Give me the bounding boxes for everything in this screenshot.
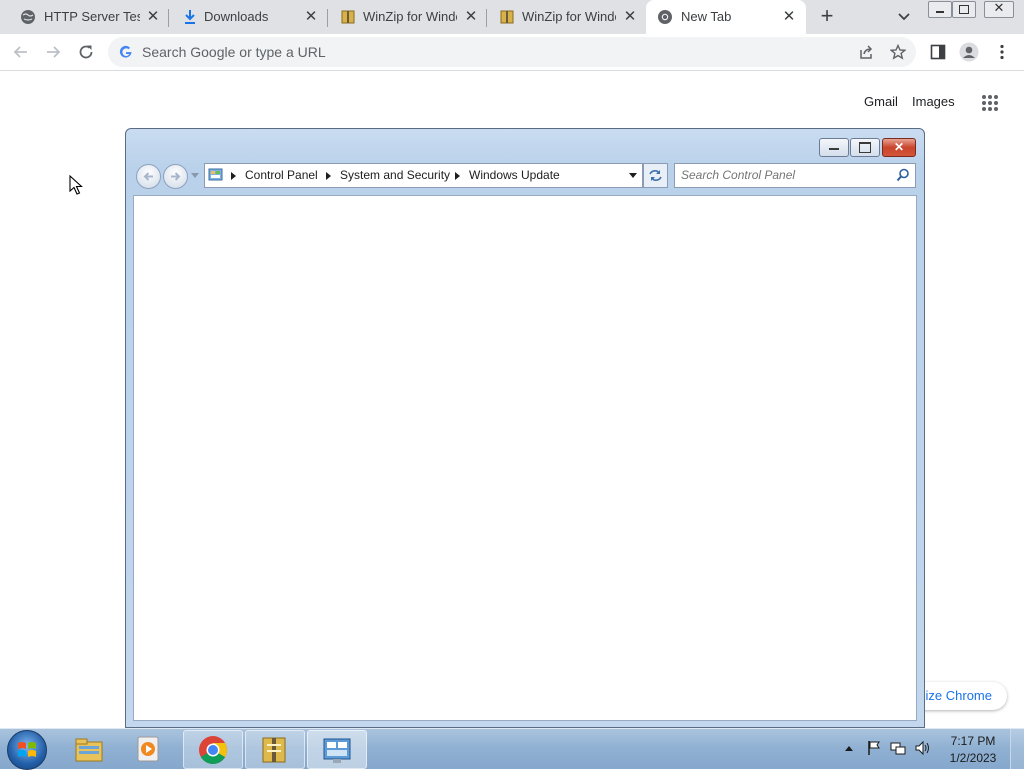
explorer-close-button[interactable]: ✕ bbox=[882, 138, 916, 157]
winzip-icon bbox=[341, 10, 355, 24]
refresh-arrows-icon bbox=[649, 170, 662, 181]
explorer-forward-button[interactable] bbox=[163, 164, 188, 189]
breadcrumb-windows-update[interactable]: Windows Update bbox=[469, 168, 560, 182]
clock-time[interactable]: 7:17 PM bbox=[947, 734, 999, 748]
tab-title: WinZip for Windo bbox=[363, 9, 457, 24]
recent-pages-dropdown-icon[interactable] bbox=[191, 173, 199, 179]
share-icon[interactable] bbox=[858, 44, 874, 60]
start-button[interactable] bbox=[7, 730, 47, 770]
tab-new-tab[interactable]: New Tab ✕ bbox=[646, 0, 806, 34]
taskbar-explorer[interactable] bbox=[60, 730, 118, 767]
breadcrumb-separator-icon[interactable] bbox=[455, 172, 460, 180]
close-icon[interactable]: ✕ bbox=[145, 9, 161, 25]
volume-icon[interactable] bbox=[914, 740, 930, 756]
control-panel-search-input[interactable] bbox=[681, 167, 886, 183]
tab-title: HTTP Server Test | bbox=[44, 9, 140, 24]
google-icon bbox=[119, 45, 132, 58]
window-titlebar[interactable]: ✕ bbox=[126, 129, 924, 161]
explorer-back-button[interactable] bbox=[136, 164, 161, 189]
winzip-icon bbox=[262, 737, 286, 763]
forward-icon[interactable] bbox=[44, 43, 62, 61]
winzip-icon bbox=[500, 10, 514, 24]
mouse-cursor-icon bbox=[69, 175, 83, 195]
omnibox[interactable]: Search Google or type a URL bbox=[108, 37, 916, 67]
explorer-navigation-bar: Control Panel System and Security Window… bbox=[126, 161, 924, 193]
breadcrumb-separator-icon[interactable] bbox=[231, 172, 236, 180]
profile-avatar-icon[interactable] bbox=[959, 42, 979, 62]
forward-arrow-icon bbox=[171, 172, 181, 181]
gmail-link[interactable]: Gmail bbox=[864, 94, 898, 109]
tab-title: WinZip for Windo bbox=[522, 9, 616, 24]
images-link[interactable]: Images bbox=[912, 94, 955, 109]
close-icon[interactable]: ✕ bbox=[622, 9, 638, 25]
tab-search-icon[interactable] bbox=[895, 9, 913, 25]
control-panel-icon bbox=[208, 168, 223, 181]
control-panel-search-box[interactable] bbox=[674, 163, 916, 188]
window-restore-button[interactable] bbox=[952, 1, 976, 18]
globe-icon bbox=[21, 10, 35, 24]
bookmark-star-icon[interactable] bbox=[890, 44, 906, 60]
chrome-icon bbox=[658, 10, 672, 24]
control-panel-icon bbox=[323, 738, 351, 763]
close-icon[interactable]: ✕ bbox=[303, 9, 319, 25]
search-icon[interactable] bbox=[896, 168, 910, 182]
windows-logo-icon bbox=[18, 742, 36, 757]
tab-winzip-2[interactable]: WinZip for Windo ✕ bbox=[487, 0, 645, 34]
tab-winzip-1[interactable]: WinZip for Windo ✕ bbox=[328, 0, 486, 34]
close-icon[interactable]: ✕ bbox=[781, 9, 797, 25]
control-panel-window: ✕ Control Panel System and Security Wind… bbox=[125, 128, 925, 728]
omnibox-placeholder: Search Google or type a URL bbox=[142, 44, 326, 60]
tab-separator bbox=[168, 9, 169, 27]
explorer-icon bbox=[75, 738, 103, 762]
explorer-maximize-button[interactable] bbox=[850, 138, 880, 157]
new-tab-button[interactable]: + bbox=[816, 5, 838, 28]
back-icon[interactable] bbox=[12, 43, 30, 61]
window-minimize-button[interactable] bbox=[928, 1, 952, 18]
back-arrow-icon bbox=[143, 172, 153, 181]
windows-update-content-pane bbox=[133, 195, 917, 721]
explorer-minimize-button[interactable] bbox=[819, 138, 849, 157]
window-close-button[interactable]: ✕ bbox=[984, 0, 1014, 18]
chrome-icon bbox=[199, 736, 227, 764]
clock-date[interactable]: 1/2/2023 bbox=[945, 751, 1001, 765]
chevron-down-icon[interactable] bbox=[629, 173, 637, 179]
explorer-refresh-button[interactable] bbox=[643, 163, 668, 188]
taskbar-control-panel[interactable] bbox=[307, 730, 367, 769]
breadcrumb-separator-icon[interactable] bbox=[326, 172, 331, 180]
close-icon[interactable]: ✕ bbox=[463, 9, 479, 25]
tab-strip: HTTP Server Test | ✕ Downloads ✕ WinZip … bbox=[0, 0, 1024, 34]
action-center-flag-icon[interactable] bbox=[866, 740, 882, 756]
tab-downloads[interactable]: Downloads ✕ bbox=[170, 0, 326, 34]
reload-icon[interactable] bbox=[77, 43, 95, 61]
tab-title: New Tab bbox=[681, 9, 732, 24]
breadcrumb-control-panel[interactable]: Control Panel bbox=[245, 168, 318, 182]
tab-title: Downloads bbox=[204, 9, 269, 24]
show-hidden-icons-icon[interactable] bbox=[844, 744, 854, 752]
taskbar-chrome[interactable] bbox=[183, 730, 243, 769]
taskbar-media-player[interactable] bbox=[120, 730, 178, 767]
download-icon bbox=[185, 10, 195, 24]
google-apps-icon[interactable] bbox=[981, 94, 999, 112]
browser-toolbar: Search Google or type a URL bbox=[0, 34, 1024, 71]
menu-kebab-icon[interactable] bbox=[994, 43, 1010, 61]
side-panel-icon[interactable] bbox=[929, 43, 947, 61]
show-desktop-button[interactable] bbox=[1010, 729, 1024, 769]
address-bar[interactable]: Control Panel System and Security Window… bbox=[204, 163, 643, 188]
taskbar-winzip[interactable] bbox=[245, 730, 305, 769]
media-player-icon bbox=[137, 736, 159, 762]
windows-taskbar: 7:17 PM 1/2/2023 bbox=[0, 728, 1024, 770]
tab-http-server-test[interactable]: HTTP Server Test | ✕ bbox=[8, 0, 168, 34]
network-icon[interactable] bbox=[890, 740, 906, 756]
breadcrumb-system-and-security[interactable]: System and Security bbox=[340, 168, 450, 182]
